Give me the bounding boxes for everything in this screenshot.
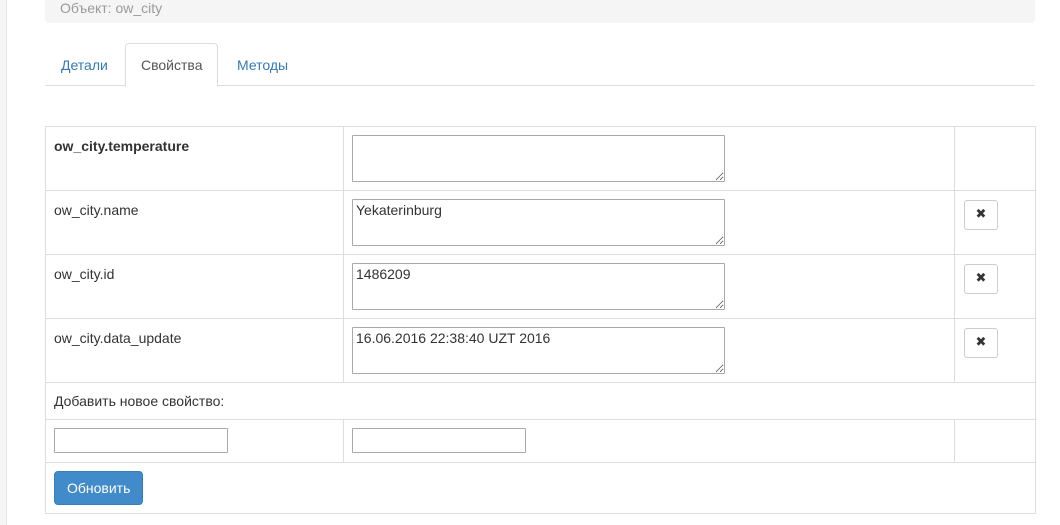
new-property-name-input[interactable] [54,428,228,453]
property-action-cell: ✖ [954,254,1036,319]
delete-property-button[interactable]: ✖ [964,200,998,230]
property-value-textarea[interactable]: Yekaterinburg [352,199,725,246]
close-icon: ✖ [975,335,987,350]
properties-table: ow_city.temperature ow_city.name Yekater… [45,126,1036,514]
property-row: ow_city.data_update 16.06.2016 22:38:40 … [45,318,1036,383]
property-row: ow_city.name Yekaterinburg ✖ [45,190,1036,255]
object-title-bar: Объект: ow_city [45,0,1035,23]
tab-properties[interactable]: Свойства [125,43,219,87]
property-value-cell: Yekaterinburg [343,190,955,255]
property-name-cell: ow_city.id [45,254,344,319]
tab-details[interactable]: Детали [45,43,124,86]
property-value-cell: 1486209 [343,254,955,319]
delete-property-button[interactable]: ✖ [964,264,998,294]
tab-methods-label: Методы [237,57,289,73]
property-value-textarea[interactable] [352,135,725,182]
property-value-textarea[interactable]: 1486209 [352,263,725,310]
property-row: ow_city.temperature [45,126,1036,191]
add-property-input-row [45,419,1036,463]
property-value-cell: 16.06.2016 22:38:40 UZT 2016 [343,318,955,383]
property-value-cell [343,126,955,191]
property-name-cell: ow_city.temperature [45,126,344,191]
close-icon: ✖ [975,271,987,286]
tab-bar: Детали Свойства Методы [45,43,1035,87]
close-icon: ✖ [975,207,987,222]
update-cell: Обновить [45,462,1036,514]
property-name: ow_city.id [54,266,115,282]
tab-methods[interactable]: Методы [221,43,304,86]
left-sidebar-edge [0,0,7,525]
property-action-cell: ✖ [954,318,1036,383]
update-row: Обновить [45,462,1036,514]
new-name-cell [45,419,344,463]
tab-details-label: Детали [61,57,108,73]
property-name: ow_city.temperature [54,138,190,154]
tab-properties-label: Свойства [141,57,203,73]
new-value-cell [343,419,955,463]
delete-property-button[interactable]: ✖ [964,328,998,358]
update-button[interactable]: Обновить [54,471,144,505]
property-name-cell: ow_city.name [45,190,344,255]
new-property-value-input[interactable] [352,428,526,453]
new-action-cell [954,419,1036,463]
property-name-cell: ow_city.data_update [45,318,344,383]
property-value-textarea[interactable]: 16.06.2016 22:38:40 UZT 2016 [352,327,725,374]
add-property-label: Добавить новое свойство: [54,393,225,409]
property-row: ow_city.id 1486209 ✖ [45,254,1036,319]
property-action-cell: ✖ [954,190,1036,255]
property-name: ow_city.name [54,202,139,218]
object-title: Объект: ow_city [60,0,163,16]
add-property-label-row: Добавить новое свойство: [45,382,1036,420]
add-property-label-cell: Добавить новое свойство: [45,382,1036,420]
property-name: ow_city.data_update [54,330,182,346]
property-action-cell [954,126,1036,191]
